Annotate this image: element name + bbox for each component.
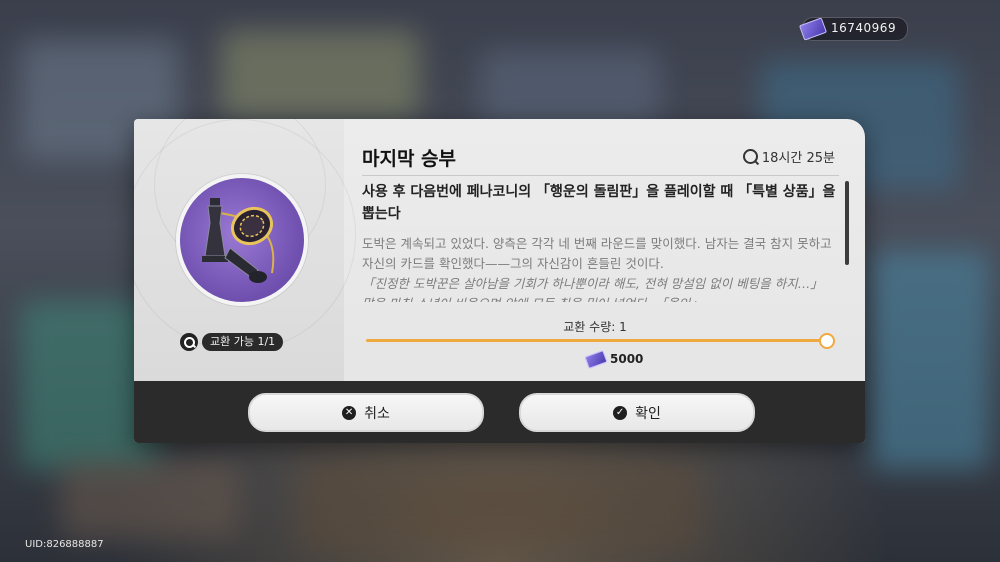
cost-amount: 5000	[610, 352, 644, 366]
close-icon: ✕	[342, 405, 357, 420]
check-icon: ✓	[613, 405, 628, 420]
confirm-button[interactable]: ✓ 확인	[519, 393, 755, 432]
item-effect: 사용 후 다음번에 페나코니의 「행운의 돌림판」을 플레이할 때 「특별 상품…	[362, 184, 836, 222]
pass-ticket-icon	[584, 349, 608, 369]
item-title: 마지막 승부	[362, 148, 457, 170]
quantity-slider[interactable]	[366, 339, 825, 342]
cancel-button[interactable]: ✕ 취소	[248, 393, 484, 432]
currency-amount: 16740969	[831, 21, 897, 35]
exchange-limit-label: 교환 가능 1/1	[202, 333, 284, 351]
exchange-limit: 교환 가능 1/1	[180, 331, 284, 353]
time-remaining: 18시간 25분	[742, 147, 835, 166]
time-remaining-text: 18시간 25분	[761, 151, 835, 166]
description-line: 도박은 계속되고 있었다. 양측은 각각 네 번째 라운드를 맞이했다. 남자는…	[362, 236, 832, 271]
quantity-slider-handle[interactable]	[819, 333, 835, 349]
item-description[interactable]: 도박은 계속되고 있었다. 양측은 각각 네 번째 라운드를 맞이했다. 남자는…	[362, 234, 837, 302]
dialog-footer	[134, 381, 865, 443]
currency-display: 16740969	[798, 17, 908, 41]
quantity-label: 교환 수량: 1	[563, 320, 627, 334]
confirm-button-label: 확인	[635, 405, 661, 422]
description-scrollbar[interactable]	[845, 181, 849, 265]
clock-icon	[742, 149, 758, 164]
search-icon[interactable]	[180, 333, 198, 351]
user-id: UID:826888887	[25, 539, 104, 550]
cancel-button-label: 취소	[364, 405, 390, 422]
divider	[362, 175, 839, 176]
exchange-cost: 5000	[584, 349, 644, 369]
item-image	[176, 174, 308, 306]
item-preview-pane: 교환 가능 1/1	[134, 119, 356, 381]
exchange-dialog: 교환 가능 1/1 마지막 승부 18시간 25분 사용 후 다음번에 페나코니…	[134, 119, 865, 443]
pass-ticket-icon	[798, 17, 828, 41]
description-line: 「진정한 도박꾼은 살아남을 기회가 하나뿐이라 해도, 전혀 망설임 없이 베…	[362, 276, 823, 302]
